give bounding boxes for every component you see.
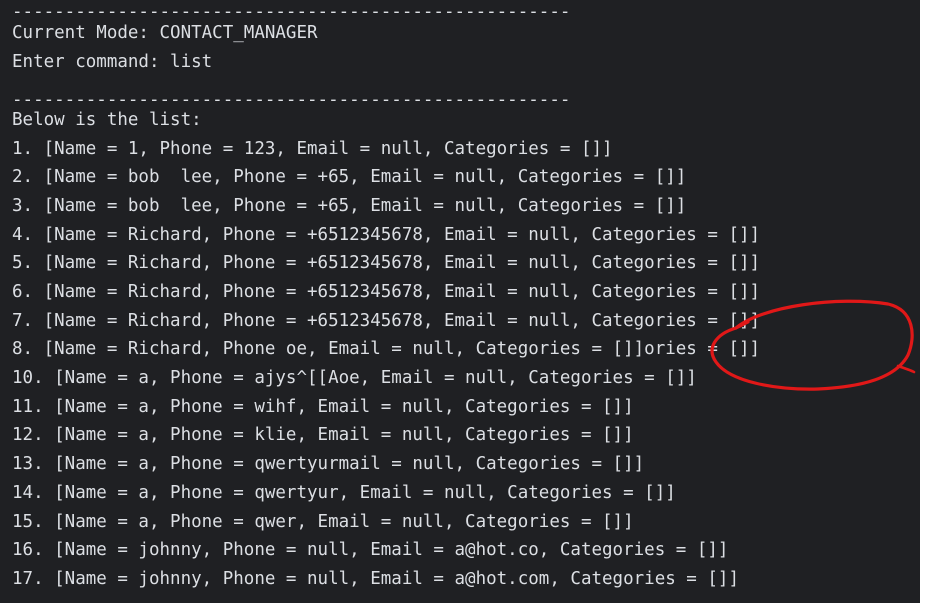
list-item: 16. [Name = johnny, Phone = null, Email … [12,540,729,560]
list-item: 12. [Name = a, Phone = klie, Email = nul… [12,425,634,445]
list-item: 3. [Name = bob lee, Phone = +65, Email =… [12,196,687,216]
terminal-window: ----------------------------------------… [0,0,920,603]
list-item: 7. [Name = Richard, Phone = +6512345678,… [12,311,761,331]
list-item: 4. [Name = Richard, Phone = +6512345678,… [12,225,761,245]
list-item: 6. [Name = Richard, Phone = +6512345678,… [12,282,761,302]
list-item: 14. [Name = a, Phone = qwertyur, Email =… [12,483,676,503]
list-item: 2. [Name = bob lee, Phone = +65, Email =… [12,167,687,187]
list-item: 1. [Name = 1, Phone = 123, Email = null,… [12,139,613,159]
list-item: 10. [Name = a, Phone = ajys^[[Aoe, Email… [12,368,697,388]
list-item: 8. [Name = Richard, Phone oe, Email = nu… [12,339,761,359]
list-heading: Below is the list: [12,110,202,130]
current-mode-line: Current Mode: CONTACT_MANAGER [12,23,318,43]
list-item: 13. [Name = a, Phone = qwertyurmail = nu… [12,454,645,474]
list-item: 5. [Name = Richard, Phone = +6512345678,… [12,253,761,273]
list-item: 17. [Name = johnny, Phone = null, Email … [12,569,739,589]
list-item: 11. [Name = a, Phone = wihf, Email = nul… [12,397,634,417]
command-line: Enter command: list [12,52,213,72]
list-item: 15. [Name = a, Phone = qwer, Email = nul… [12,512,634,532]
